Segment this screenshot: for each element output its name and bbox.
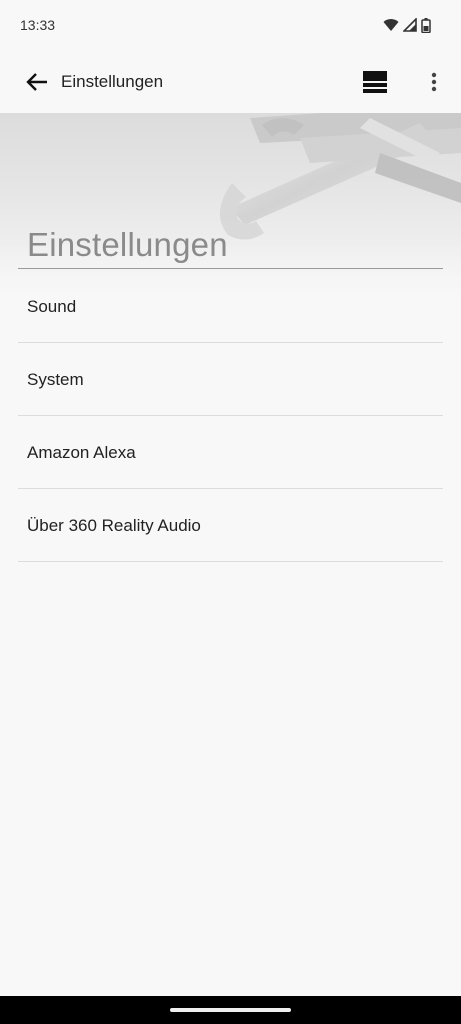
cell-signal-icon — [403, 18, 417, 32]
status-bar: 13:33 — [0, 0, 461, 50]
layout-toggle-icon — [363, 71, 387, 93]
back-button[interactable] — [20, 65, 54, 99]
status-icons — [383, 16, 431, 34]
menu-item-sound[interactable]: Sound — [18, 270, 443, 343]
menu-item-system[interactable]: System — [18, 343, 443, 416]
menu-item-label: Sound — [27, 297, 77, 316]
menu-item-label: Amazon Alexa — [27, 443, 136, 462]
battery-icon — [421, 17, 431, 33]
page-heading: Einstellungen — [27, 226, 228, 263]
heading-divider — [18, 268, 443, 269]
settings-menu: Sound System Amazon Alexa Über 360 Reali… — [18, 270, 443, 562]
home-gesture-handle[interactable] — [170, 1008, 291, 1012]
app-title: Einstellungen — [61, 72, 164, 91]
app-bar: Einstellungen — [0, 50, 461, 114]
more-options-button[interactable] — [420, 66, 448, 98]
layout-toggle-button[interactable] — [360, 68, 390, 96]
arrow-left-icon — [26, 73, 47, 91]
menu-item-amazon-alexa[interactable]: Amazon Alexa — [18, 416, 443, 489]
status-time: 13:33 — [20, 17, 56, 33]
menu-item-label: Über 360 Reality Audio — [27, 516, 201, 535]
menu-item-360-reality-audio[interactable]: Über 360 Reality Audio — [18, 489, 443, 562]
wifi-icon — [383, 19, 399, 31]
more-vert-icon — [431, 72, 437, 92]
system-navigation-bar — [0, 996, 461, 1024]
menu-item-label: System — [27, 370, 84, 389]
